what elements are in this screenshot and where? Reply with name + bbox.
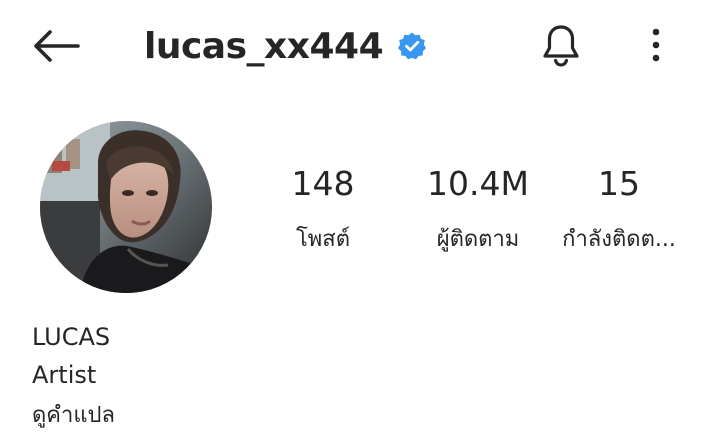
profile-bio: LUCAS Artist ดูคำแปล <box>32 318 432 438</box>
profile-avatar[interactable] <box>40 121 212 293</box>
profile-category: Artist <box>32 361 97 389</box>
verified-badge-icon <box>397 31 427 61</box>
stat-followers[interactable]: 10.4M ผู้ติดตาม <box>408 160 548 260</box>
profile-stats: 148 โพสต์ 10.4M ผู้ติดตาม 15 กำลังติดต..… <box>250 160 710 260</box>
profile-photo <box>40 121 212 293</box>
following-label: กำลังติดต... <box>562 227 676 252</box>
posts-count: 148 <box>291 164 355 203</box>
username-row: lucas_xx444 <box>144 22 427 70</box>
back-button[interactable] <box>28 24 84 68</box>
notifications-button[interactable] <box>536 20 586 70</box>
followers-label: ผู้ติดตาม <box>436 227 520 252</box>
arrow-left-icon <box>34 30 80 62</box>
stat-posts[interactable]: 148 โพสต์ <box>268 160 378 260</box>
bell-icon <box>543 25 579 67</box>
stat-following[interactable]: 15 กำลังติดต... <box>548 160 690 260</box>
posts-label: โพสต์ <box>295 227 351 252</box>
following-count: 15 <box>598 164 640 203</box>
username: lucas_xx444 <box>144 25 384 67</box>
more-vertical-icon <box>652 28 660 62</box>
profile-header: lucas_xx444 <box>0 0 720 90</box>
profile-name: LUCAS <box>32 323 111 351</box>
see-translation-link[interactable]: ดูคำแปล <box>32 394 432 438</box>
followers-count: 10.4M <box>427 164 529 203</box>
more-options-button[interactable] <box>636 20 676 70</box>
